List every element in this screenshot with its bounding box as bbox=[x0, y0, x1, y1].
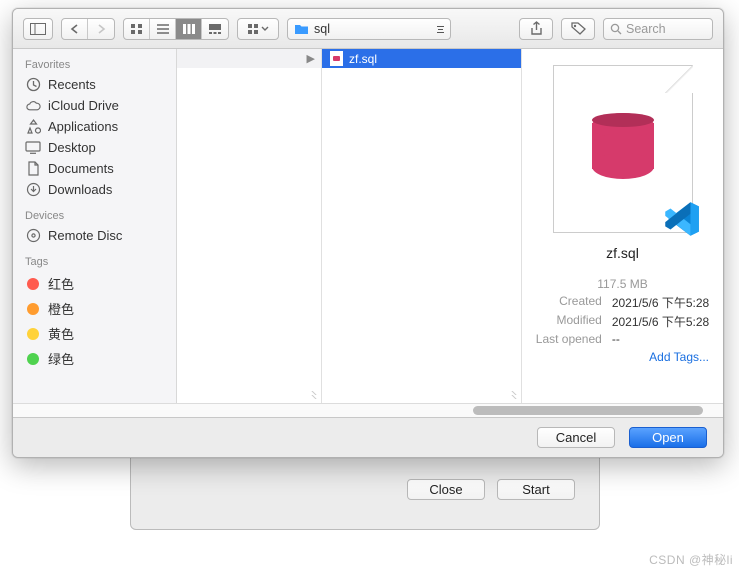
apps-icon bbox=[25, 119, 41, 134]
view-list-button[interactable] bbox=[150, 19, 176, 39]
database-icon bbox=[592, 113, 654, 185]
sidebar-tag-yellow[interactable]: 黄色 bbox=[13, 321, 176, 346]
close-button[interactable]: Close bbox=[407, 479, 485, 500]
column-resize-handle[interactable] bbox=[309, 391, 319, 401]
search-icon bbox=[610, 23, 622, 35]
sidebar: Favorites Recents iCloud Drive Applicati… bbox=[13, 49, 177, 403]
tag-dot-icon bbox=[25, 303, 41, 315]
share-button[interactable] bbox=[519, 18, 553, 40]
nav-segment bbox=[61, 18, 115, 40]
sidebar-item-label: iCloud Drive bbox=[48, 98, 119, 113]
toolbar: sql Search bbox=[13, 9, 723, 49]
column-row-selected[interactable]: ▶ bbox=[177, 49, 321, 68]
sidebar-item-desktop[interactable]: Desktop bbox=[13, 137, 176, 158]
open-button[interactable]: Open bbox=[629, 427, 707, 448]
desktop-icon bbox=[25, 141, 41, 154]
preview-filename: zf.sql bbox=[606, 245, 639, 261]
favorites-heading: Favorites bbox=[13, 57, 176, 74]
sidebar-item-label: Downloads bbox=[48, 182, 112, 197]
sidebar-item-applications[interactable]: Applications bbox=[13, 116, 176, 137]
sidebar-item-label: Desktop bbox=[48, 140, 96, 155]
meta-created-label: Created bbox=[536, 294, 602, 311]
folder-icon bbox=[294, 23, 309, 35]
doc-icon bbox=[25, 161, 41, 176]
sidebar-item-label: 黄色 bbox=[48, 324, 74, 343]
dialog-body: Favorites Recents iCloud Drive Applicati… bbox=[13, 49, 723, 403]
view-icons-button[interactable] bbox=[124, 19, 150, 39]
watermark: CSDN @神秘li bbox=[649, 551, 733, 568]
sidebar-item-documents[interactable]: Documents bbox=[13, 158, 176, 179]
view-columns-button[interactable] bbox=[176, 19, 202, 39]
dialog-footer: Cancel Open bbox=[13, 417, 723, 457]
meta-lastopened-value: -- bbox=[612, 332, 709, 346]
view-gallery-button[interactable] bbox=[202, 19, 228, 39]
add-tags-link[interactable]: Add Tags... bbox=[649, 350, 715, 364]
chevron-right-icon: ▶ bbox=[307, 52, 315, 65]
tags-button[interactable] bbox=[561, 18, 595, 40]
devices-heading: Devices bbox=[13, 208, 176, 225]
sidebar-tag-green[interactable]: 绿色 bbox=[13, 346, 176, 371]
file-name: zf.sql bbox=[349, 52, 377, 66]
meta-modified-value: 2021/5/6 下午5:28 bbox=[612, 313, 709, 330]
meta-created-value: 2021/5/6 下午5:28 bbox=[612, 294, 709, 311]
sidebar-item-label: 绿色 bbox=[48, 349, 74, 368]
preview-metadata: Created 2021/5/6 下午5:28 Modified 2021/5/… bbox=[536, 294, 709, 346]
vscode-icon bbox=[660, 198, 702, 240]
sidebar-item-downloads[interactable]: Downloads bbox=[13, 179, 176, 200]
sidebar-tag-red[interactable]: 红色 bbox=[13, 271, 176, 296]
search-placeholder: Search bbox=[626, 22, 666, 36]
sidebar-item-label: Recents bbox=[48, 77, 96, 92]
forward-button[interactable] bbox=[88, 19, 114, 39]
preview-pane: zf.sql 117.5 MB Created 2021/5/6 下午5:28 … bbox=[522, 49, 723, 403]
path-label: sql bbox=[314, 22, 330, 36]
search-input[interactable]: Search bbox=[603, 18, 713, 40]
disc-icon bbox=[25, 228, 41, 243]
sidebar-item-label: 红色 bbox=[48, 274, 74, 293]
cancel-button[interactable]: Cancel bbox=[537, 427, 615, 448]
file-row[interactable]: zf.sql bbox=[322, 49, 521, 68]
column-files[interactable]: zf.sql bbox=[322, 49, 522, 403]
tag-dot-icon bbox=[25, 278, 41, 290]
path-dropdown[interactable]: sql bbox=[287, 18, 451, 40]
tag-dot-icon bbox=[25, 353, 41, 365]
sidebar-item-label: Documents bbox=[48, 161, 114, 176]
cloud-icon bbox=[25, 100, 41, 112]
back-button[interactable] bbox=[62, 19, 88, 39]
sidebar-item-label: Applications bbox=[48, 119, 118, 134]
download-icon bbox=[25, 182, 41, 197]
file-icon bbox=[330, 51, 343, 66]
sidebar-item-label: Remote Disc bbox=[48, 228, 122, 243]
sidebar-item-recents[interactable]: Recents bbox=[13, 74, 176, 95]
column-folders[interactable]: ▶ bbox=[177, 49, 322, 403]
sidebar-tag-orange[interactable]: 橙色 bbox=[13, 296, 176, 321]
sidebar-item-icloud[interactable]: iCloud Drive bbox=[13, 95, 176, 116]
preview-thumbnail bbox=[553, 65, 693, 233]
clock-icon bbox=[25, 77, 41, 92]
tags-heading: Tags bbox=[13, 254, 176, 271]
underlying-dialog: Close Start bbox=[130, 450, 600, 530]
meta-modified-label: Modified bbox=[536, 313, 602, 330]
tag-dot-icon bbox=[25, 328, 41, 340]
group-by-button[interactable] bbox=[237, 18, 279, 40]
sidebar-item-remote-disc[interactable]: Remote Disc bbox=[13, 225, 176, 246]
horizontal-scrollbar[interactable] bbox=[13, 403, 723, 417]
column-resize-handle[interactable] bbox=[509, 391, 519, 401]
sidebar-toggle-button[interactable] bbox=[23, 18, 53, 40]
meta-lastopened-label: Last opened bbox=[536, 332, 602, 346]
open-file-dialog: sql Search Favorites Recents iCloud Driv… bbox=[12, 8, 724, 458]
start-button[interactable]: Start bbox=[497, 479, 575, 500]
scrollbar-thumb[interactable] bbox=[473, 406, 703, 415]
preview-filesize: 117.5 MB bbox=[597, 277, 647, 291]
view-mode-segment bbox=[123, 18, 229, 40]
sidebar-item-label: 橙色 bbox=[48, 299, 74, 318]
